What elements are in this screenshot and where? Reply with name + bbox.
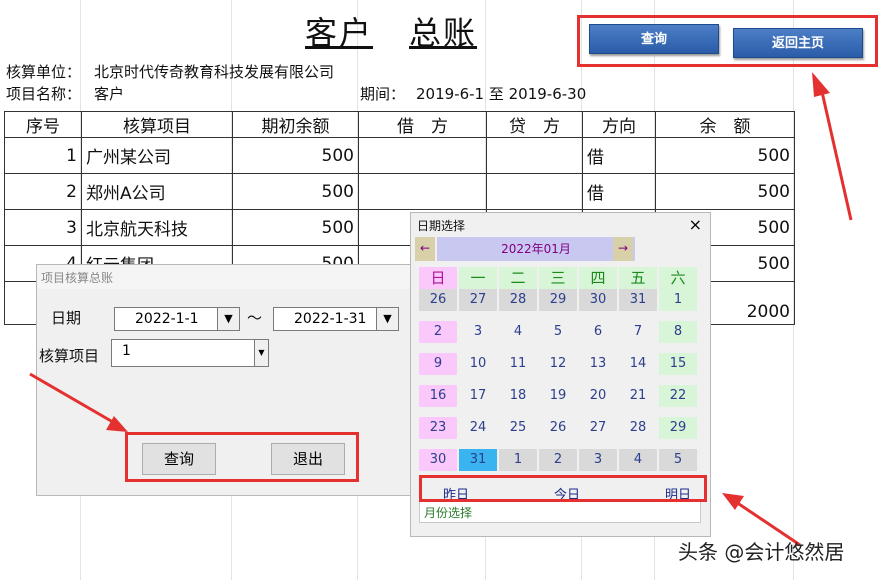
arrowhead — [722, 493, 744, 510]
watermark: 头条 @会计悠然居 — [678, 540, 845, 564]
arrow-to-dialog-buttons — [29, 372, 119, 427]
annotation-arrows — [29, 72, 853, 547]
arrow-to-top-buttons — [818, 82, 853, 221]
arrowhead — [812, 72, 830, 97]
